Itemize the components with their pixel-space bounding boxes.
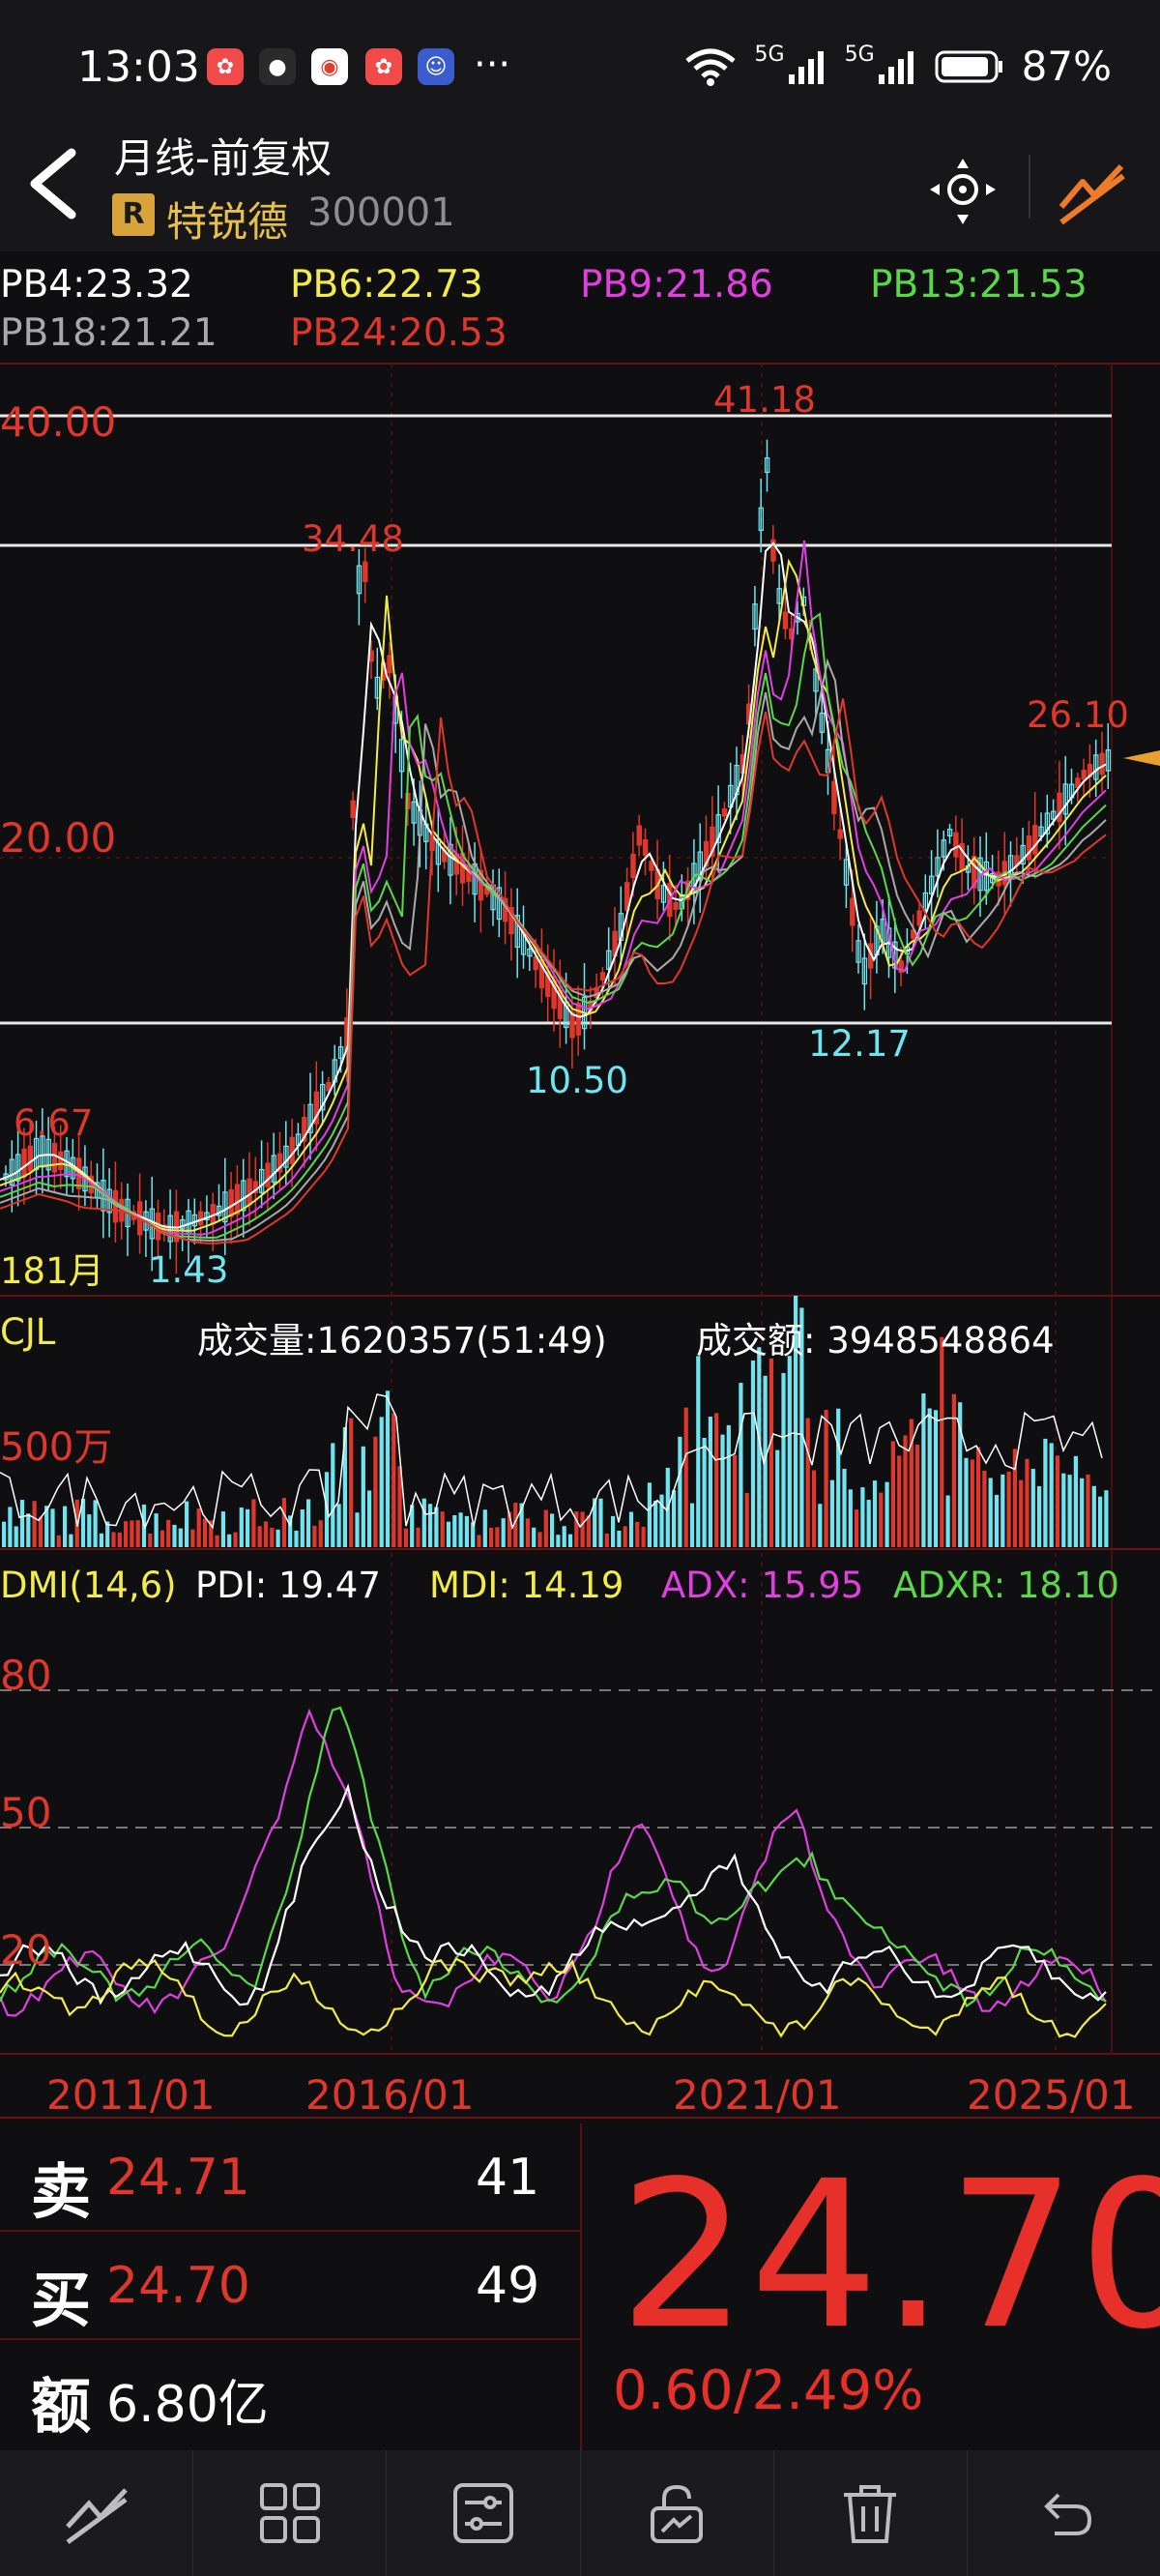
nav-delete-button[interactable]: [772, 2450, 967, 2576]
period-count: 181月: [0, 1250, 104, 1292]
trend-chart-icon: [1058, 163, 1125, 225]
volume-title: CJL: [0, 1311, 56, 1353]
buy-price: 24.70: [106, 2257, 250, 2315]
current-price: 24.70: [619, 2137, 1160, 2374]
signal-icon: [788, 50, 824, 84]
xiaohongshu-icon: ✿: [365, 48, 402, 85]
page-title: 月线-前复权: [114, 134, 333, 182]
dmi-level-label: 50: [0, 1789, 52, 1836]
header-divider: [1029, 155, 1030, 219]
price-axis-label: 40.00: [0, 398, 117, 446]
candlestick-series: [3, 439, 1112, 1274]
nav-chart-button[interactable]: [0, 2450, 192, 2576]
low-annotation: 10.50: [526, 1060, 628, 1101]
amount-value: 成交额: 3948548864: [696, 1320, 1055, 1361]
dmi-title: DMI(14,6): [0, 1565, 177, 1606]
unlock-icon: [651, 2484, 704, 2543]
wechat-icon: ●: [259, 48, 296, 85]
more-notifications-icon: ···: [474, 43, 511, 87]
row-divider: [0, 2338, 580, 2340]
x-axis-label: 2025/01: [967, 2071, 1136, 2119]
battery-icon: [935, 50, 1002, 82]
amount-value: 6.80亿: [106, 2376, 269, 2434]
x-axis-label: 2021/01: [673, 2071, 842, 2119]
network-label: 5G: [754, 43, 785, 67]
ma-legend-pb9: PB9:21.86: [580, 263, 773, 307]
signal-icon: [878, 50, 914, 84]
ma-legend-pb24: PB24:20.53: [290, 311, 508, 355]
back-button[interactable]: [21, 145, 89, 222]
nav-unlock-button[interactable]: [579, 2450, 773, 2576]
qq-icon: ☺: [418, 48, 454, 85]
low-annotation: 12.17: [808, 1023, 911, 1065]
bottom-toolbar: [0, 2450, 1160, 2576]
settings-sliders-icon: [452, 2483, 513, 2543]
dmi-level-lines: [0, 1689, 1160, 1966]
volume-axis-label: 500万: [0, 1425, 113, 1470]
buy-volume: 49: [476, 2257, 540, 2315]
chevron-left-icon: [30, 148, 76, 220]
ma-legend-pb4: PB4:23.32: [0, 263, 193, 307]
recent-high-annotation: 26.10: [1027, 694, 1129, 736]
dmi-adxr: ADXR: 18.10: [893, 1565, 1119, 1606]
trend-chart-icon: [65, 2488, 128, 2545]
dmi-pdi: PDI: 19.47: [195, 1565, 381, 1606]
current-price-marker: [1123, 750, 1160, 766]
locate-icon: [930, 159, 996, 224]
ma-legend-pb13: PB13:21.53: [870, 263, 1088, 307]
locate-button[interactable]: [926, 155, 1000, 228]
stock-name: 特锐德: [166, 198, 289, 246]
sell-price: 24.71: [106, 2149, 250, 2207]
amount-label: 额: [31, 2371, 92, 2442]
peak-price-annotation: 34.48: [302, 518, 404, 560]
max-price-annotation: 41.18: [713, 379, 816, 421]
nav-grid-button[interactable]: [192, 2450, 386, 2576]
price-change: 0.60/2.49%: [613, 2359, 924, 2422]
low-annotation: 1.43: [149, 1249, 229, 1291]
row-divider: [0, 2230, 580, 2232]
sell-label: 卖: [31, 2156, 92, 2227]
early-high-annotation: 6.67: [14, 1102, 94, 1144]
moving-average-lines: [0, 540, 1107, 1244]
x-axis-label: 2011/01: [46, 2071, 216, 2119]
sell-volume: 41: [476, 2149, 540, 2207]
grid-icon: [259, 2483, 320, 2543]
chart-style-button[interactable]: [1054, 153, 1131, 230]
ma-legend-pb18: PB18:21.21: [0, 311, 218, 355]
stock-code: 300001: [307, 190, 455, 235]
trash-icon: [844, 2485, 897, 2543]
dmi-lines: [0, 1706, 1107, 2038]
dmi-level-label: 80: [0, 1652, 52, 1699]
nav-settings-button[interactable]: [386, 2450, 579, 2576]
market-badge: R: [112, 193, 155, 236]
price-reference-lines: [0, 414, 1112, 1025]
price-axis-label: 20.00: [0, 814, 117, 862]
dmi-adx: ADX: 15.95: [661, 1565, 864, 1606]
x-axis-label: 2016/01: [305, 2071, 475, 2119]
wifi-icon: [684, 48, 736, 86]
ma-legend-pb6: PB6:22.73: [290, 263, 483, 307]
dmi-mdi: MDI: 14.19: [429, 1565, 624, 1606]
panel-divider: [580, 2123, 582, 2450]
weibo-icon: ◉: [311, 48, 348, 85]
undo-icon: [1044, 2493, 1092, 2535]
status-icons: 5G 5G 87%: [683, 43, 1112, 90]
status-time: 13:03: [77, 43, 200, 92]
buy-label: 买: [31, 2265, 92, 2335]
chart-area[interactable]: [0, 253, 1160, 2120]
nav-undo-button[interactable]: [966, 2450, 1160, 2576]
volume-value: 成交量:1620357(51:49): [197, 1320, 607, 1361]
network-label: 5G: [844, 43, 875, 67]
dmi-level-label: 20: [0, 1926, 52, 1974]
battery-percent: 87%: [1021, 43, 1112, 90]
xiaohongshu-icon: ✿: [207, 48, 244, 85]
